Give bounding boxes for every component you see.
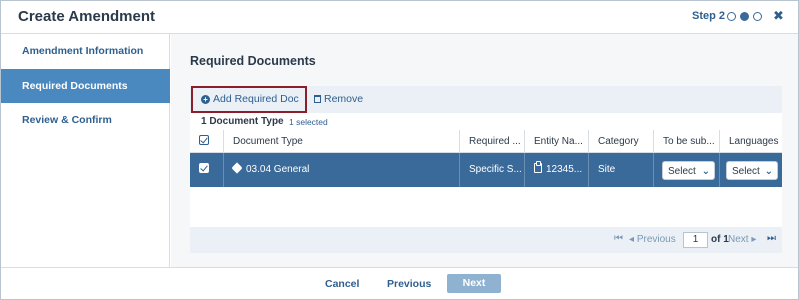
select-all-checkbox[interactable] bbox=[199, 135, 209, 145]
add-required-doc-button[interactable]: + Add Required Doc bbox=[191, 86, 307, 113]
chevron-down-icon: ⌄ bbox=[764, 166, 773, 177]
modal-header: Create Amendment Step 2 ✖ bbox=[1, 1, 798, 34]
page-number-input[interactable]: 1 bbox=[683, 232, 708, 248]
cell-category: Site bbox=[588, 153, 653, 187]
pagination-bar: ⏮ ◂ Previous 1 of 1 Next ▸ ⏭ bbox=[190, 227, 782, 253]
column-required[interactable]: Required ... bbox=[459, 130, 524, 153]
main-content: Required Documents + Add Required Doc Rem… bbox=[171, 34, 798, 267]
to-be-submitted-select[interactable]: Select ⌄ bbox=[662, 161, 715, 180]
documents-toolbar: + Add Required Doc Remove bbox=[190, 86, 782, 113]
previous-page-button[interactable]: ◂ Previous bbox=[629, 234, 676, 245]
select-all-checkbox-cell[interactable] bbox=[199, 130, 223, 153]
last-page-icon[interactable]: ⏭ bbox=[767, 233, 776, 244]
clipboard-icon bbox=[534, 161, 542, 173]
next-button[interactable]: Next bbox=[447, 274, 501, 293]
step-dots bbox=[727, 12, 762, 21]
languages-select-value: Select bbox=[732, 166, 760, 177]
next-page-label: Next bbox=[728, 234, 749, 245]
column-document-type[interactable]: Document Type bbox=[223, 130, 459, 153]
column-languages[interactable]: Languages bbox=[719, 130, 782, 153]
step-dot-2 bbox=[740, 12, 749, 21]
create-amendment-modal: Create Amendment Step 2 ✖ Amendment Info… bbox=[0, 0, 799, 300]
sidebar-item-amendment-information[interactable]: Amendment Information bbox=[1, 34, 170, 68]
column-category[interactable]: Category bbox=[588, 130, 653, 153]
first-page-icon[interactable]: ⏮ bbox=[614, 233, 623, 244]
document-type-count: 1 Document Type bbox=[201, 116, 284, 127]
trash-icon bbox=[314, 95, 321, 103]
sidebar-item-review-confirm[interactable]: Review & Confirm bbox=[1, 103, 170, 137]
document-type-value: 03.04 General bbox=[246, 164, 310, 175]
table-row[interactable]: 03.04 General Specific S... 12345... Sit… bbox=[190, 153, 782, 187]
remove-label: Remove bbox=[324, 93, 364, 105]
add-required-doc-label: Add Required Doc bbox=[213, 93, 299, 105]
cell-required: Specific S... bbox=[459, 153, 524, 187]
table-header: Document Type Required ... Entity Na... … bbox=[190, 130, 782, 153]
languages-select[interactable]: Select ⌄ bbox=[726, 161, 778, 180]
column-to-be-submitted[interactable]: To be sub... bbox=[653, 130, 719, 153]
sidebar-item-required-documents[interactable]: Required Documents bbox=[1, 69, 170, 103]
wizard-sidebar: Amendment Information Required Documents… bbox=[1, 34, 170, 267]
page-total-label: of 1 bbox=[711, 234, 729, 245]
cell-document-type: 03.04 General bbox=[223, 153, 459, 187]
previous-button[interactable]: Previous bbox=[387, 278, 431, 290]
remove-button[interactable]: Remove bbox=[314, 93, 363, 105]
column-entity-name[interactable]: Entity Na... bbox=[524, 130, 588, 153]
next-page-button[interactable]: Next ▸ bbox=[728, 234, 756, 245]
documents-panel: + Add Required Doc Remove 1 Document Type… bbox=[190, 86, 782, 229]
selected-count: 1 selected bbox=[289, 117, 328, 127]
chevron-down-icon: ⌄ bbox=[701, 166, 710, 177]
step-indicator-label: Step 2 bbox=[692, 10, 726, 22]
modal-title: Create Amendment bbox=[18, 8, 155, 25]
row-checkbox[interactable] bbox=[199, 163, 209, 173]
to-be-submitted-select-value: Select bbox=[668, 166, 696, 177]
cancel-button[interactable]: Cancel bbox=[325, 278, 359, 290]
plus-circle-icon: + bbox=[201, 95, 210, 104]
step-dot-1 bbox=[727, 12, 736, 21]
cell-entity-name: 12345... bbox=[524, 153, 588, 187]
tag-icon bbox=[231, 162, 243, 174]
close-icon[interactable]: ✖ bbox=[773, 8, 784, 24]
modal-footer: Cancel Previous Next bbox=[1, 267, 798, 299]
step-dot-3 bbox=[753, 12, 762, 21]
previous-page-label: Previous bbox=[636, 234, 676, 245]
selection-summary: 1 Document Type 1 selected bbox=[190, 113, 782, 130]
row-checkbox-cell[interactable] bbox=[199, 153, 223, 187]
section-title: Required Documents bbox=[190, 54, 316, 68]
entity-name-value: 12345... bbox=[546, 164, 583, 175]
